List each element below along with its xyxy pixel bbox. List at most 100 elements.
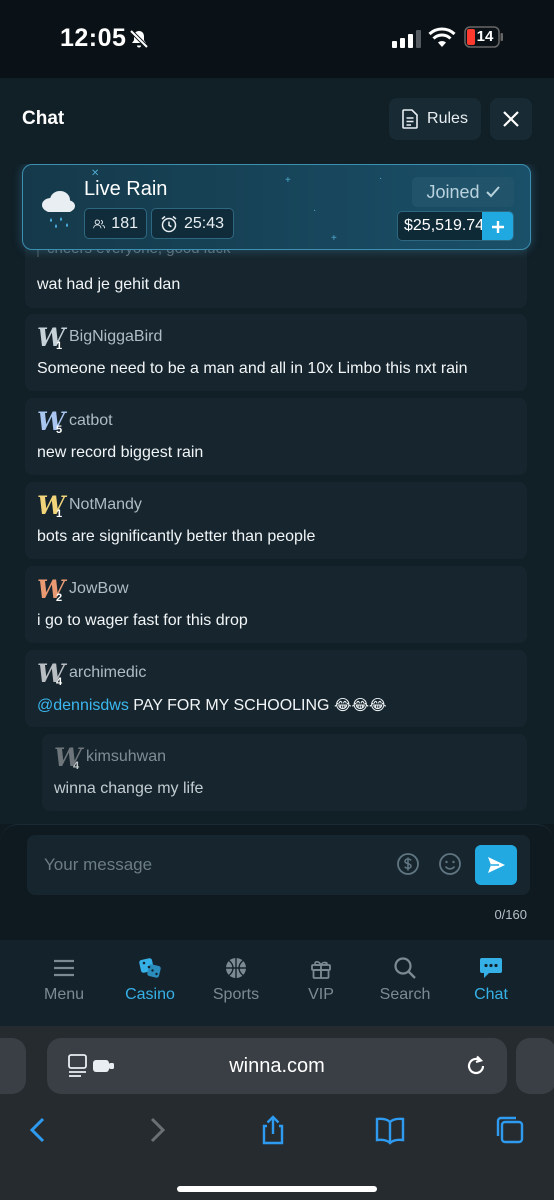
send-icon: [488, 857, 505, 873]
status-time: 12:05: [60, 24, 127, 52]
menu-icon: [54, 959, 74, 977]
joined-button[interactable]: Joined: [412, 177, 514, 207]
reload-icon[interactable]: [463, 1053, 489, 1079]
nav-label: VIP: [308, 986, 334, 1003]
nav-chat[interactable]: Chat: [446, 956, 536, 1004]
dice-icon: [139, 958, 161, 978]
message-text: @dennisdws PAY FOR MY SCHOOLING 😂😂😂: [37, 696, 387, 715]
plus-icon: [491, 221, 504, 233]
rain-title: Live Rain: [84, 178, 168, 200]
rain-cloud-icon: [42, 191, 75, 228]
nav-label: Menu: [43, 986, 85, 1003]
nav-label: Search: [379, 986, 431, 1003]
user-badge: W5: [37, 407, 66, 437]
nav-sports[interactable]: Sports: [191, 956, 281, 1004]
username[interactable]: archimedic: [69, 664, 146, 682]
message-text: Someone need to be a man and all in 10x …: [37, 360, 468, 377]
username[interactable]: BigNiggaBird: [69, 328, 162, 346]
chat-message: W5 catbot new record biggest rain: [25, 398, 527, 475]
chat-header: Chat Rules: [0, 78, 554, 164]
nav-label: Sports: [212, 986, 260, 1003]
share-icon[interactable]: [257, 1114, 289, 1146]
next-tab[interactable]: [516, 1038, 554, 1094]
previous-tab[interactable]: [0, 1038, 26, 1094]
back-icon[interactable]: [22, 1114, 54, 1146]
signal-icon: [392, 30, 421, 48]
nav-menu[interactable]: Menu: [19, 956, 109, 1004]
chat-message: W2 JowBow i go to wager fast for this dr…: [25, 566, 527, 643]
user-badge: W4: [37, 659, 66, 689]
rules-label: Rules: [427, 110, 468, 127]
character-counter: 0/160: [494, 907, 527, 922]
bottom-navigation: Menu Casino Sports VIP Search Chat: [0, 940, 554, 1026]
battery-level: 14: [476, 28, 494, 45]
user-badge: W2: [37, 575, 66, 605]
username[interactable]: NotMandy: [69, 496, 142, 514]
username[interactable]: JowBow: [69, 580, 129, 598]
basketball-icon: [226, 958, 246, 978]
nav-label: Chat: [474, 986, 508, 1003]
sparkle-icon: ·: [379, 173, 383, 184]
joined-label: Joined: [426, 181, 480, 202]
bookmarks-icon[interactable]: [374, 1114, 406, 1146]
rain-timer: 25:43: [151, 208, 234, 239]
chat-messages[interactable]: cheers everyone, good luck wat had je ge…: [0, 164, 554, 824]
users-icon: [93, 219, 106, 228]
url-text: winna.com: [229, 1055, 325, 1077]
chat-message: W4 kimsuhwan winna change my life: [42, 734, 527, 811]
browser-toolbar: winna.com: [0, 1026, 554, 1200]
participants-value: 181: [111, 214, 138, 232]
app-screen: 12:05 14 Chat Rules wat had je gehit dan…: [0, 0, 554, 1200]
message-composer: 0/160: [0, 824, 554, 940]
sparkle-icon: ·: [313, 205, 317, 216]
home-indicator: [177, 1186, 377, 1192]
search-icon: [394, 957, 416, 979]
chat-message: W1 NotMandy bots are significantly bette…: [25, 482, 527, 559]
address-bar[interactable]: winna.com: [47, 1038, 507, 1094]
rain-amount-value: $25,519.74: [404, 217, 485, 234]
message-text: bots are significantly better than peopl…: [37, 528, 316, 545]
emoji-picker-icon[interactable]: [438, 852, 462, 876]
username[interactable]: catbot: [69, 412, 113, 430]
status-bar: 12:05 14: [0, 0, 554, 78]
close-button[interactable]: [490, 98, 532, 140]
sparkle-icon: +: [285, 175, 291, 186]
alarm-clock-icon: [161, 215, 177, 232]
timer-value: 25:43: [184, 214, 225, 232]
laughing-emoji: 😂😂😂: [333, 697, 387, 714]
rain-amount: $25,519.74: [397, 211, 514, 241]
nav-label: Casino: [125, 986, 175, 1003]
message-text: i go to wager fast for this drop: [37, 612, 248, 629]
tip-dollar-icon[interactable]: [396, 852, 420, 876]
tabs-icon[interactable]: [494, 1114, 526, 1146]
send-button[interactable]: [475, 845, 517, 885]
participants-count: 181: [84, 208, 147, 239]
chat-title: Chat: [22, 108, 65, 129]
checkmark-icon: [485, 186, 500, 198]
add-to-rain-button[interactable]: [482, 212, 513, 240]
chat-message: W1 BigNiggaBird Someone need to be a man…: [25, 314, 527, 391]
document-icon: [402, 109, 418, 129]
muted-bell-icon: [129, 29, 149, 49]
chat-icon: [480, 958, 502, 978]
rules-button[interactable]: Rules: [389, 98, 481, 140]
chat-message: W4 archimedic @dennisdws PAY FOR MY SCHO…: [25, 650, 527, 727]
close-icon: [503, 111, 519, 127]
message-text: winna change my life: [54, 780, 204, 797]
username[interactable]: kimsuhwan: [86, 748, 166, 766]
sparkle-icon: +: [331, 233, 337, 244]
user-badge: W1: [37, 491, 66, 521]
forward-icon[interactable]: [141, 1114, 173, 1146]
nav-vip[interactable]: VIP: [276, 956, 366, 1004]
wifi-icon: [428, 27, 456, 47]
nav-casino[interactable]: Casino: [105, 956, 195, 1004]
user-mention[interactable]: @dennisdws: [37, 697, 129, 714]
message-body: PAY FOR MY SCHOOLING: [133, 697, 330, 714]
message-text: new record biggest rain: [37, 444, 204, 461]
user-badge: W1: [37, 323, 66, 353]
message-text: wat had je gehit dan: [37, 276, 181, 293]
gift-icon: [311, 961, 331, 979]
nav-search[interactable]: Search: [360, 956, 450, 1004]
live-rain-card: ✕ + · + · Live Rain 181 25:43 Joined $25…: [22, 164, 531, 250]
user-badge: W4: [54, 743, 83, 773]
